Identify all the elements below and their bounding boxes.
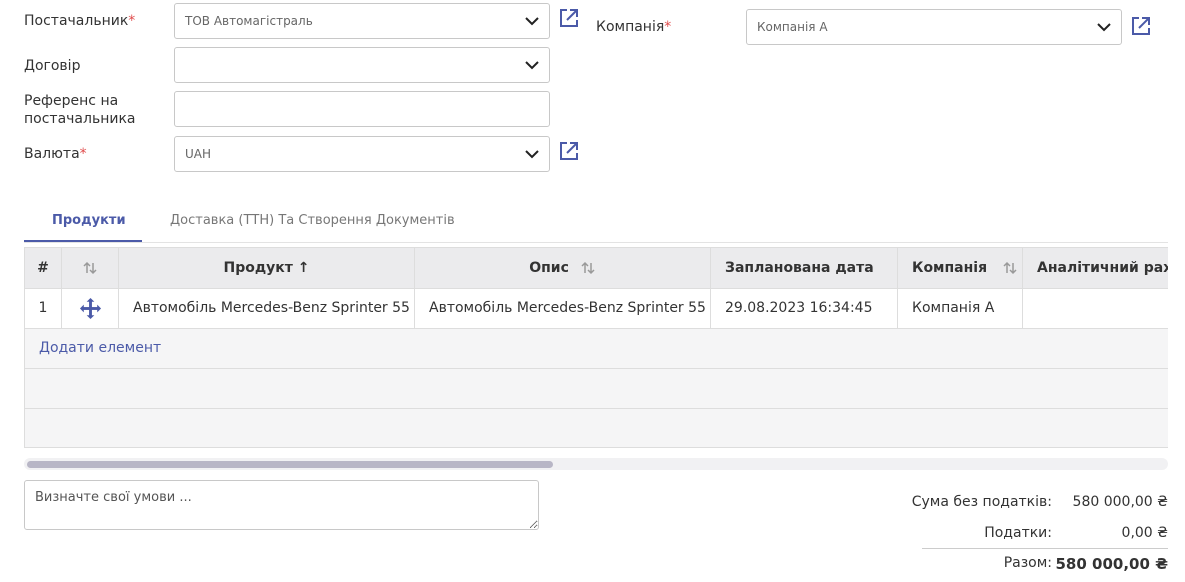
scrollbar-thumb[interactable]: [27, 461, 553, 468]
header-description-label: Опис: [529, 260, 569, 276]
chevron-down-icon: [1097, 23, 1111, 32]
drag-handle-icon: [79, 297, 102, 320]
table-empty-area: [25, 328, 1168, 447]
currency-label: Валюта*: [24, 145, 87, 163]
order-lines-table: # Продукт ↑ Опис Запланована дата Компан…: [24, 247, 1168, 448]
tabs-divider: [24, 242, 1168, 243]
external-link-icon[interactable]: [559, 8, 579, 28]
row-drag-handle[interactable]: [62, 288, 119, 328]
company-label-text: Компанія: [596, 19, 665, 35]
vendor-label-text: Постачальник: [24, 13, 129, 29]
chevron-down-icon: [525, 17, 539, 26]
sort-icon: [1003, 261, 1017, 275]
chevron-down-icon: [525, 61, 539, 70]
required-mark: *: [128, 13, 136, 29]
company-value: Компанія А: [757, 20, 828, 34]
tab-delivery-documents[interactable]: Доставка (ТТН) Та Створення Документів: [170, 213, 455, 229]
company-label: Компанія*: [596, 18, 671, 36]
row-divider: [25, 368, 1168, 369]
required-mark: *: [79, 146, 87, 162]
company-select[interactable]: Компанія А: [746, 9, 1122, 45]
tab-products[interactable]: Продукти: [52, 213, 126, 229]
taxes-label: Податки:: [984, 525, 1052, 541]
sort-icon: [581, 261, 595, 275]
header-product[interactable]: Продукт ↑: [119, 248, 415, 288]
add-item-link[interactable]: Додати елемент: [39, 340, 161, 356]
terms-textarea[interactable]: [24, 480, 539, 530]
total-value: 580 000,00 ₴: [1055, 555, 1168, 573]
taxes-value: 0,00 ₴: [1121, 525, 1168, 541]
row-description[interactable]: Автомобіль Mercedes-Benz Sprinter 55: [415, 288, 711, 328]
vendor-select[interactable]: ТОВ Автомагістраль: [174, 3, 550, 39]
totals-divider: [922, 548, 1168, 549]
header-product-label: Продукт: [223, 260, 293, 276]
required-mark: *: [664, 19, 672, 35]
vendor-label: Постачальник*: [24, 12, 135, 30]
row-company[interactable]: Компанія А: [898, 288, 1023, 328]
row-planned-date[interactable]: 29.08.2023 16:34:45: [711, 288, 898, 328]
chevron-down-icon: [525, 150, 539, 159]
header-analytic-account[interactable]: Аналітичний рахунок: [1023, 248, 1168, 288]
total-label: Разом:: [1003, 555, 1052, 571]
currency-value: UAH: [185, 147, 212, 161]
header-num: #: [25, 248, 62, 288]
external-link-icon[interactable]: [559, 141, 579, 161]
sort-asc-indicator: ↑: [297, 260, 310, 276]
row-analytic-account[interactable]: [1023, 288, 1168, 328]
currency-select[interactable]: UAH: [174, 136, 550, 172]
header-planned-date[interactable]: Запланована дата: [711, 248, 898, 315]
external-link-icon[interactable]: [1131, 16, 1151, 36]
header-description[interactable]: Опис: [415, 248, 711, 288]
vendor-ref-label: Референс на постачальника: [24, 93, 136, 127]
vendor-value: ТОВ Автомагістраль: [185, 14, 313, 28]
contract-label: Договір: [24, 58, 81, 74]
untaxed-amount-label: Сума без податків:: [911, 494, 1052, 510]
row-divider: [25, 288, 1168, 289]
header-planned-date-label: Запланована дата: [725, 260, 874, 276]
header-company-label: Компанія: [912, 260, 988, 276]
row-product[interactable]: Автомобіль Mercedes-Benz Sprinter 55: [119, 288, 415, 328]
currency-label-text: Валюта: [24, 146, 80, 162]
sort-icon: [83, 261, 97, 275]
header-company[interactable]: Компанія: [898, 248, 1023, 288]
header-handle[interactable]: [62, 248, 119, 288]
row-num: 1: [25, 288, 62, 328]
contract-select[interactable]: [174, 47, 550, 83]
vendor-ref-input[interactable]: [174, 91, 550, 127]
row-divider: [25, 408, 1168, 409]
untaxed-amount-value: 580 000,00 ₴: [1072, 494, 1168, 510]
row-divider: [25, 328, 1168, 329]
